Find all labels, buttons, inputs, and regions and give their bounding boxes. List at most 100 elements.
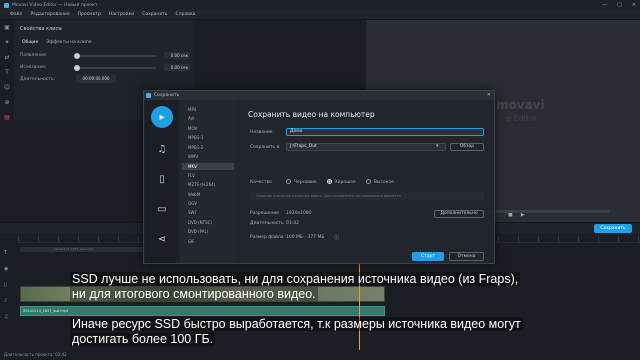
fade-out-label: Исчезание: bbox=[20, 65, 47, 70]
format-item-avi[interactable]: AVI bbox=[188, 116, 194, 121]
duration-label: Длительность bbox=[250, 221, 284, 226]
quality-hint: Среднее значение качества видео. Для сох… bbox=[250, 192, 484, 200]
quality-radios: Черновик Хорошее Высокое bbox=[286, 179, 394, 185]
duration-label: Длительность: bbox=[20, 76, 56, 82]
format-item-webm[interactable]: WebM bbox=[188, 192, 200, 197]
format-item-ogv[interactable]: OGV bbox=[188, 201, 197, 206]
format-item-swf[interactable]: SWF bbox=[188, 210, 197, 215]
menu-settings[interactable]: Настройки bbox=[109, 12, 134, 17]
fade-in-knob[interactable] bbox=[74, 52, 80, 59]
format-item-wmv[interactable]: WMV bbox=[188, 154, 198, 159]
cancel-button[interactable]: Отмена bbox=[449, 252, 484, 261]
fade-out-slider[interactable] bbox=[74, 64, 156, 71]
quality-draft-label: Черновик bbox=[294, 180, 317, 185]
tab-general[interactable]: Общие bbox=[22, 40, 38, 45]
tab-clip-effects[interactable]: Эффекты на клипе bbox=[46, 40, 91, 45]
format-item-dvd-ntsc-[interactable]: DVD (NTSC) bbox=[188, 220, 212, 225]
audio-file-icon[interactable]: ♫ bbox=[151, 138, 173, 160]
audio-track-icon[interactable]: ♫ bbox=[4, 314, 8, 320]
format-item-mov[interactable]: MOV bbox=[188, 126, 197, 131]
properties-tabs: Общие Эффекты на клипе bbox=[22, 40, 92, 45]
radio-draft[interactable] bbox=[286, 179, 291, 184]
format-item-mp4[interactable]: MP4 bbox=[188, 107, 196, 112]
dialog-logo-icon bbox=[146, 93, 151, 98]
format-item-mkv[interactable]: MKV bbox=[182, 163, 234, 171]
save-to-input[interactable]: J:\Fraps_Out bbox=[286, 143, 446, 151]
device-icon[interactable]: ▯ bbox=[151, 168, 173, 190]
maximize-button[interactable]: □ bbox=[617, 2, 622, 8]
text-track-icon[interactable]: T bbox=[4, 250, 8, 256]
format-item-dvd-pal-[interactable]: DVD (PAL) bbox=[188, 229, 208, 234]
more-icon[interactable]: ▤ bbox=[4, 114, 10, 121]
format-list: MP4 AVI MOV MPEG-1 MPEG-2 WMV MKV FLV M2TS (H.26… bbox=[180, 100, 236, 263]
dialog-close-icon[interactable]: ✕ bbox=[487, 91, 491, 100]
share-icon[interactable]: ⋖ bbox=[151, 228, 173, 250]
preview-progress-bar[interactable] bbox=[490, 210, 610, 213]
video-file-icon[interactable]: ▸ bbox=[151, 106, 173, 128]
dialog-window-title: Сохранить bbox=[154, 93, 180, 98]
export-categories: ▸ ♫ ▯ ▭ ⋖ bbox=[145, 100, 179, 263]
preview-watermark-edition: e Editor bbox=[506, 114, 538, 123]
minimize-button[interactable]: — bbox=[602, 2, 607, 8]
filters-icon[interactable]: ✦ bbox=[4, 39, 9, 46]
subtitle-line-4: достигать более 100 ГБ. bbox=[70, 332, 216, 346]
transitions-icon[interactable]: ⇄ bbox=[4, 54, 9, 61]
resolution-label: Разрешение bbox=[250, 211, 280, 216]
duration-field[interactable]: 00:00:00.000 bbox=[76, 75, 116, 83]
format-item-mpeg-1[interactable]: MPEG-1 bbox=[188, 135, 203, 140]
quality-draft[interactable]: Черновик bbox=[286, 179, 317, 185]
fade-in-slider[interactable] bbox=[74, 52, 156, 59]
visibility-icon[interactable]: ◉ bbox=[4, 266, 8, 272]
close-button[interactable]: ✕ bbox=[632, 2, 636, 8]
fade-in-value[interactable]: 0.00 сек bbox=[164, 52, 190, 59]
tv-icon[interactable]: ▭ bbox=[151, 198, 173, 220]
fade-out-value[interactable]: 0.00 сек bbox=[164, 64, 190, 71]
info-icon[interactable]: ⓘ bbox=[334, 234, 339, 241]
fade-out-row: Исчезание: 0.00 сек bbox=[20, 64, 194, 71]
fade-out-knob[interactable] bbox=[74, 64, 80, 71]
radio-high[interactable] bbox=[365, 179, 371, 184]
name-label: Название bbox=[250, 130, 273, 135]
filesize-label: Размер файла bbox=[250, 235, 284, 240]
menu-file[interactable]: Файл bbox=[10, 12, 22, 17]
browse-button[interactable]: Обзор bbox=[450, 143, 484, 151]
format-item-gif[interactable]: GIF bbox=[188, 239, 195, 244]
quality-label: Качество bbox=[250, 180, 272, 185]
titles-icon[interactable]: T bbox=[5, 69, 9, 76]
format-item-mpeg-2[interactable]: MPEG-2 bbox=[188, 145, 203, 150]
menu-view[interactable]: Просмотр bbox=[78, 12, 101, 17]
menu-save[interactable]: Сохранить bbox=[142, 12, 167, 17]
mute-icon[interactable]: ♪ bbox=[4, 298, 8, 304]
window-title: Movavi Video Editor — Новый проект bbox=[12, 2, 98, 8]
audio-clip[interactable]: 20141213_1837_ssd.mp4 bbox=[20, 306, 385, 316]
save-button[interactable]: Сохранить bbox=[594, 224, 632, 233]
lock-icon[interactable]: ▯ bbox=[4, 282, 8, 288]
video-editor-window: Movavi Video Editor — Новый проект — □ ✕… bbox=[0, 0, 640, 360]
quality-high-label: Высокое bbox=[373, 180, 394, 185]
quality-high[interactable]: Высокое bbox=[365, 179, 394, 185]
radio-good[interactable] bbox=[326, 179, 332, 184]
start-button[interactable]: Старт bbox=[412, 252, 444, 261]
format-item-flv[interactable]: FLV bbox=[188, 173, 195, 178]
subtitle-line-3: Иначе ресурс SSD быстро выработается, т.… bbox=[70, 317, 523, 331]
window-controls: — □ ✕ bbox=[602, 2, 636, 8]
duration-row: Длительность: 00:00:00.000 bbox=[20, 75, 194, 83]
menu-help[interactable]: Справка bbox=[176, 12, 196, 17]
advanced-button[interactable]: Дополнительно bbox=[434, 210, 484, 218]
duration-value: 03:42 bbox=[286, 221, 299, 226]
track-controls: T ◉ ▯ ♪ ♫ bbox=[4, 250, 8, 320]
menu-edit[interactable]: Редактирование bbox=[30, 12, 69, 17]
subtitle-line-1: SSD лучше не использовать, ни для сохран… bbox=[70, 272, 521, 286]
name-input[interactable]: Демо bbox=[286, 128, 484, 136]
stickers-icon[interactable]: ☺ bbox=[4, 84, 10, 91]
format-item-m2ts-h-264-[interactable]: M2TS (H.264) bbox=[188, 182, 215, 187]
save-dialog: Сохранить ✕ ▸ ♫ ▯ ▭ ⋖ MP4 AVI MOV MPEG-1 MPE… bbox=[143, 90, 495, 264]
chevron-down-icon[interactable]: ▾ bbox=[436, 143, 439, 149]
preview-watermark-brand: movavi bbox=[496, 98, 545, 112]
quality-good[interactable]: Хорошее bbox=[326, 179, 356, 185]
fade-in-label: Появление: bbox=[20, 53, 48, 58]
zoom-icon[interactable]: ⊕ bbox=[4, 99, 9, 106]
dialog-main: Сохранить видео на компьютер Название Де… bbox=[236, 100, 494, 263]
filesize-value: 100 МБ - 377 МБ bbox=[286, 235, 325, 240]
media-icon[interactable]: ▣ bbox=[4, 24, 10, 31]
